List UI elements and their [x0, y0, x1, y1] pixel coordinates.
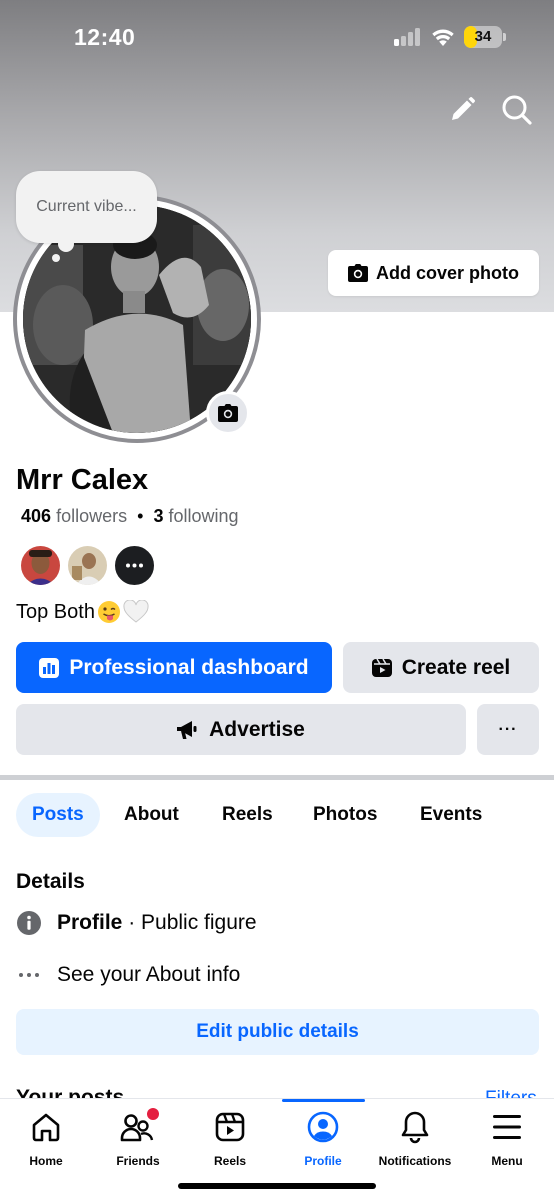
- edit-pencil-icon[interactable]: [442, 90, 482, 130]
- home-indicator: [178, 1183, 376, 1189]
- stats-separator: •: [137, 506, 144, 526]
- nav-home-label: Home: [29, 1154, 63, 1168]
- add-cover-photo-label: Add cover photo: [376, 262, 519, 283]
- status-bar: 12:40 34: [0, 0, 554, 76]
- status-time: 12:40: [74, 24, 136, 50]
- white-heart-icon: [123, 600, 149, 623]
- nav-menu[interactable]: Menu: [461, 1109, 553, 1168]
- search-icon[interactable]: [497, 90, 537, 130]
- detail-category-bold: Profile: [57, 911, 123, 934]
- detail-category-text: · Public figure: [122, 911, 257, 934]
- camera-icon: [348, 264, 368, 282]
- more-dots-icon: [19, 973, 39, 977]
- friend-avatar[interactable]: [66, 544, 109, 587]
- cellular-signal-icon: [394, 28, 422, 46]
- tongue-face-emoji-icon: [97, 601, 120, 623]
- profile-bio: Top Both: [16, 600, 149, 624]
- nav-reels-label: Reels: [213, 1154, 247, 1168]
- nav-profile[interactable]: Profile: [277, 1109, 369, 1168]
- professional-dashboard-label: Professional dashboard: [69, 655, 309, 679]
- friend-avatar[interactable]: [19, 544, 62, 587]
- info-icon: [17, 911, 41, 935]
- nav-friends[interactable]: Friends: [92, 1108, 184, 1168]
- thought-bubble-dot: [52, 254, 60, 262]
- thought-bubble-text: Current vibe...: [36, 198, 137, 215]
- battery-indicator: 34: [464, 26, 506, 48]
- followers-label[interactable]: followers: [56, 506, 127, 526]
- reels-icon: [215, 1112, 245, 1142]
- tab-photos[interactable]: Photos: [313, 793, 377, 837]
- nav-notifications[interactable]: Notifications: [369, 1109, 461, 1168]
- nav-friends-label: Friends: [116, 1154, 160, 1168]
- tab-about[interactable]: About: [124, 793, 179, 837]
- nav-reels[interactable]: Reels: [184, 1109, 276, 1168]
- bell-icon: [401, 1111, 429, 1144]
- avatar-camera-button[interactable]: [206, 391, 250, 435]
- nav-home[interactable]: Home: [0, 1109, 92, 1168]
- friends-more-icon[interactable]: [113, 544, 156, 587]
- following-label[interactable]: following: [168, 506, 238, 526]
- dashboard-chart-icon: [39, 657, 60, 678]
- follow-stats: 406 followers • 3 following: [21, 506, 239, 527]
- wifi-icon: [432, 29, 454, 46]
- see-about-info-label: See your About info: [57, 963, 241, 986]
- megaphone-icon: [177, 720, 197, 739]
- home-icon: [32, 1113, 60, 1142]
- battery-level: 34: [474, 28, 492, 45]
- reel-icon: [371, 658, 392, 677]
- profile-icon: [307, 1111, 339, 1143]
- section-divider: [0, 775, 554, 780]
- more-options-button[interactable]: ···: [477, 704, 539, 755]
- nav-profile-label: Profile: [304, 1154, 342, 1168]
- edit-public-details-button[interactable]: Edit public details: [16, 1009, 539, 1055]
- friends-notification-badge: [147, 1108, 159, 1120]
- add-cover-photo-button[interactable]: Add cover photo: [328, 250, 539, 296]
- active-tab-indicator: [282, 1099, 365, 1102]
- nav-menu-label: Menu: [491, 1154, 523, 1168]
- create-reel-label: Create reel: [401, 655, 511, 679]
- thought-bubble[interactable]: Current vibe...: [16, 171, 157, 243]
- thought-bubble-dot: [58, 236, 74, 252]
- bio-text: Top Both: [16, 600, 95, 623]
- detail-category-row: Profile · Public figure: [16, 910, 257, 936]
- menu-icon: [493, 1115, 521, 1139]
- professional-dashboard-button[interactable]: Professional dashboard: [16, 642, 332, 693]
- advertise-label: Advertise: [209, 717, 305, 741]
- tab-events[interactable]: Events: [420, 793, 482, 837]
- camera-icon: [218, 404, 238, 422]
- tab-reels[interactable]: Reels: [222, 793, 273, 837]
- create-reel-button[interactable]: Create reel: [343, 642, 539, 693]
- following-count[interactable]: 3: [153, 506, 163, 526]
- nav-notifications-label: Notifications: [378, 1154, 452, 1168]
- see-about-info-row[interactable]: See your About info: [16, 962, 240, 988]
- more-options-icon: ···: [498, 720, 518, 738]
- details-heading: Details: [16, 870, 85, 893]
- profile-name: Mrr Calex: [16, 464, 149, 496]
- tab-posts[interactable]: Posts: [16, 793, 100, 837]
- followers-count[interactable]: 406: [21, 506, 51, 526]
- advertise-button[interactable]: Advertise: [16, 704, 466, 755]
